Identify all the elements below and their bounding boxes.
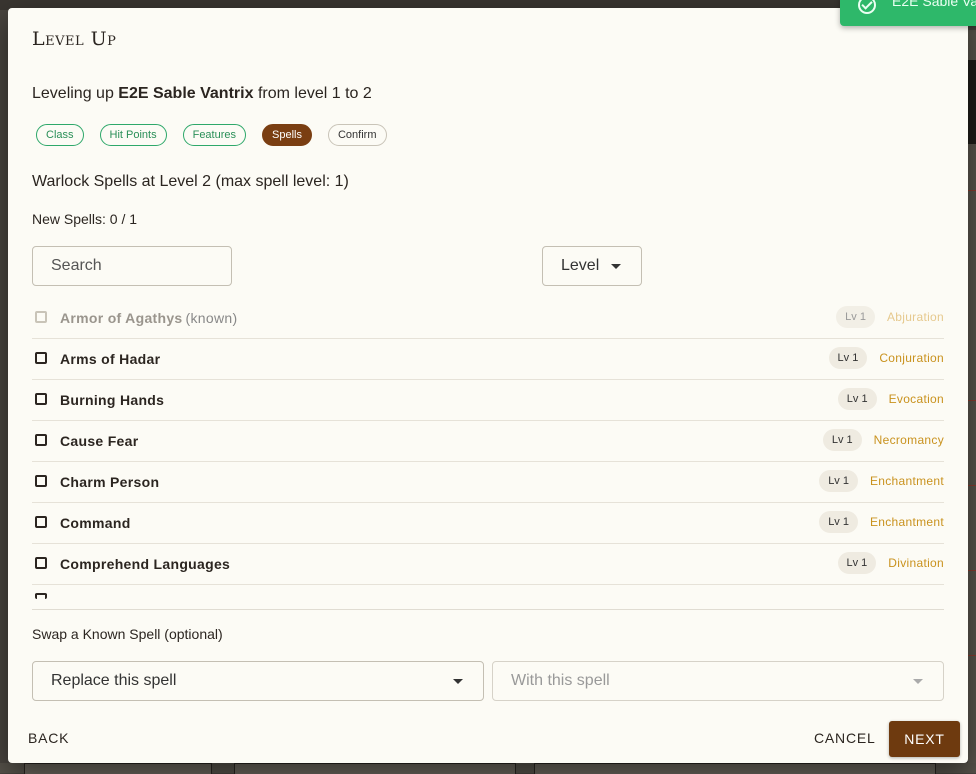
- spell-row[interactable]: Cause Fear Lv 1 Necromancy: [32, 421, 944, 462]
- step-hit-points[interactable]: Hit Points: [99, 124, 167, 146]
- search-input[interactable]: Search: [32, 246, 232, 286]
- spell-school: Conjuration: [879, 351, 944, 365]
- new-spells-counter: New Spells: 0 / 1: [32, 211, 138, 227]
- level-filter-select[interactable]: Level: [542, 246, 642, 286]
- cancel-button[interactable]: CANCEL: [814, 730, 876, 746]
- spell-level-badge: Lv 1: [837, 388, 877, 410]
- toast-message: E2E Sable Va: [892, 0, 976, 9]
- next-button[interactable]: NEXT: [889, 721, 960, 757]
- background-sheet-edge: [968, 30, 976, 773]
- spell-school: Evocation: [888, 392, 944, 406]
- spell-checkbox[interactable]: [35, 352, 47, 364]
- spell-name: Burning Hands: [60, 392, 165, 408]
- spell-checkbox[interactable]: [35, 516, 47, 528]
- spell-school: Enchantment: [869, 515, 944, 529]
- spell-row[interactable]: Burning Hands Lv 1 Evocation: [32, 380, 944, 421]
- spell-row-partial: [32, 585, 944, 610]
- known-tag: (known): [185, 310, 238, 326]
- swap-section-title: Swap a Known Spell (optional): [32, 626, 223, 642]
- spell-level-badge: Lv 1: [837, 552, 877, 574]
- caret-down-icon: [913, 679, 923, 684]
- background-panel: [534, 763, 936, 774]
- replace-spell-select[interactable]: Replace this spell: [32, 661, 484, 701]
- spell-level-badge: Lv 1: [819, 470, 858, 492]
- caret-down-icon: [453, 679, 463, 684]
- section-divider: [32, 609, 944, 610]
- step-indicator: Class Hit Points Features Spells Confirm: [36, 124, 387, 146]
- spell-checkbox[interactable]: [35, 393, 47, 405]
- spell-name: Comprehend Languages: [60, 556, 231, 572]
- spell-school: Abjuration: [886, 310, 944, 324]
- spell-row[interactable]: Arms of Hadar Lv 1 Conjuration: [32, 339, 944, 380]
- spell-name: Arms of Hadar: [60, 351, 161, 367]
- spell-checkbox[interactable]: [35, 434, 47, 446]
- dialog-title: Level Up: [32, 28, 117, 50]
- spell-checkbox[interactable]: [35, 475, 47, 487]
- level-up-dialog: Level Up Leveling up E2E Sable Vantrix f…: [8, 8, 968, 763]
- spell-row[interactable]: Comprehend Languages Lv 1 Divination: [32, 544, 944, 585]
- spell-school: Enchantment: [869, 474, 944, 488]
- step-spells[interactable]: Spells: [262, 124, 312, 146]
- spell-checkbox: [35, 311, 47, 323]
- spell-name: Charm Person: [60, 474, 160, 490]
- spell-level-badge: Lv 1: [836, 306, 875, 328]
- spell-row: Armor of Agathys (known) Lv 1 Abjuration: [32, 298, 944, 339]
- spell-level-badge: Lv 1: [822, 429, 862, 451]
- spell-checkbox: [35, 593, 47, 599]
- background-panel: [24, 763, 212, 774]
- spell-list[interactable]: Armor of Agathys (known) Lv 1 Abjuration …: [32, 298, 944, 610]
- check-circle-icon: [858, 0, 876, 14]
- character-name: E2E Sable Vantrix: [118, 85, 254, 102]
- step-features[interactable]: Features: [182, 124, 247, 146]
- spell-section-title: Warlock Spells at Level 2 (max spell lev…: [32, 173, 349, 190]
- leveling-summary: Leveling up E2E Sable Vantrix from level…: [32, 85, 372, 102]
- step-class[interactable]: Class: [36, 124, 84, 146]
- spell-name: Armor of Agathys (known): [60, 310, 238, 326]
- spell-name: Command: [60, 515, 131, 531]
- success-toast: E2E Sable Va: [840, 0, 976, 26]
- back-button[interactable]: BACK: [28, 730, 69, 746]
- background-panel: [234, 763, 516, 774]
- spell-checkbox[interactable]: [35, 557, 47, 569]
- spell-row[interactable]: Command Lv 1 Enchantment: [32, 503, 944, 544]
- level-filter-label: Level: [561, 257, 600, 274]
- spell-level-badge: Lv 1: [819, 511, 858, 533]
- spell-level-badge: Lv 1: [828, 347, 868, 369]
- spell-school: Necromancy: [873, 433, 944, 447]
- with-spell-select[interactable]: With this spell: [492, 661, 944, 701]
- spell-school: Divination: [888, 556, 944, 570]
- spell-name: Cause Fear: [60, 433, 139, 449]
- step-confirm[interactable]: Confirm: [327, 124, 387, 146]
- caret-down-icon: [611, 264, 621, 269]
- spell-row[interactable]: Charm Person Lv 1 Enchantment: [32, 462, 944, 503]
